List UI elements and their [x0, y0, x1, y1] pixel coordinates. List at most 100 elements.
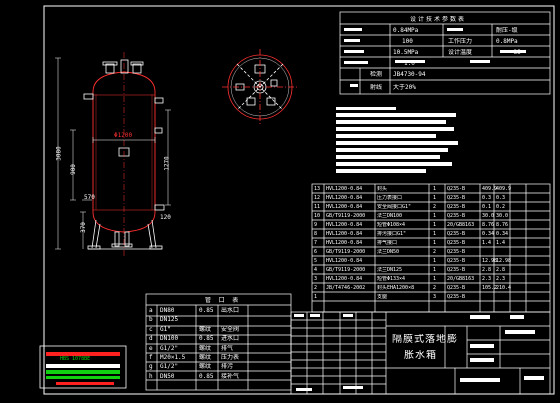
parts-cell-w2: 0.3 [496, 195, 506, 201]
parts-cell-mat: Q235-B [447, 231, 466, 237]
parts-cell-no: 8 [314, 231, 318, 237]
nozzle-cell-use: 接补气 [221, 372, 240, 380]
parts-cell-w1: 8.76 [482, 222, 495, 228]
parts-cell-qty: 1 [433, 240, 437, 246]
parts-cell-mat: Q235-B [447, 267, 466, 273]
nozzle-cell-size: M20×1.5 [160, 354, 186, 361]
tech-label-2: 工作压力 [448, 38, 473, 45]
nozzle-cell-id: b [149, 316, 153, 324]
dim-diameter: Φ1200 [114, 132, 133, 139]
dim-total-height: 3080 [55, 146, 63, 161]
nozzle-cell-id: d [149, 335, 153, 343]
parts-cell-w1: 105.2 [482, 285, 498, 291]
tech-value-3: 10.5MPa [393, 49, 419, 56]
nozzle-cell-pn: 0.85 [199, 307, 214, 314]
parts-cell-mat: Q235-B [447, 258, 466, 264]
parts-cell-name: 短管Φ133×4 [377, 276, 406, 282]
parts-cell-mat: 20/GB8163 [447, 276, 475, 282]
parts-cell-w1: 12.98 [482, 258, 498, 264]
parts-cell-code: HVL1200-0.84 [326, 240, 363, 246]
parts-cell-w2: 2.8 [496, 267, 506, 273]
cad-drawing-canvas[interactable] [0, 0, 560, 403]
vessel-top-view [222, 49, 298, 125]
parts-cell-qty: 1 [433, 258, 437, 264]
tech-table-header: 设计技术参数表 [410, 16, 467, 23]
parts-cell-name: 封头EHA1200×8 [377, 285, 415, 291]
tech-value-6: 大于20% [393, 84, 416, 91]
stamp-green-bar-1 [46, 370, 120, 374]
nozzle-cell-use: 出水口 [221, 307, 240, 314]
parts-cell-w1: 409.9 [482, 186, 498, 192]
nozzle-cell-id: a [149, 307, 153, 314]
stamp-green-bar-2 [46, 376, 120, 379]
parts-cell-w2: 2.3 [496, 276, 506, 282]
parts-cell-name: 压力表接口 [377, 195, 403, 201]
parts-cell-w2: 1.4 [496, 240, 506, 246]
nozzle-cell-size: G1/2" [160, 363, 179, 371]
tech-row-label-6: 射线 [370, 84, 383, 91]
nozzle-cell-pn: 螺纹 [199, 325, 212, 333]
nozzle-cell-pn: 螺纹 [199, 363, 212, 371]
parts-cell-code: JB/T4746-2002 [326, 285, 366, 291]
tech-value-5: JB4730-94 [393, 71, 426, 78]
nozzle-cell-pn: 0.85 [199, 335, 214, 343]
parts-cell-no: 9 [314, 222, 318, 228]
parts-cell-w1: 0.34 [482, 231, 495, 237]
parts-cell-w1: 0.1 [482, 204, 492, 210]
parts-cell-no: 7 [314, 240, 318, 246]
dim-h3: 370 [79, 222, 87, 233]
parts-cell-w2: 409.9 [496, 186, 512, 192]
nozzle-cell-use: 排污 [221, 363, 234, 371]
nozzle-cell-use: 排气 [221, 344, 234, 352]
nozzle-cell-size: DN80 [160, 307, 175, 314]
parts-cell-no: 6 [314, 249, 318, 255]
parts-cell-mat: Q235-B [447, 195, 466, 201]
nozzle-cell-use: 安全阀 [221, 325, 240, 333]
parts-cell-no: 2 [314, 285, 318, 291]
parts-cell-code: HVL1200-0.84 [326, 204, 363, 210]
parts-cell-code: GB/T9119-2000 [326, 249, 366, 255]
dim-h1: 1270 [163, 156, 171, 171]
parts-cell-qty: 1 [433, 222, 437, 228]
parts-cell-name: 法兰DN50 [377, 249, 400, 255]
parts-cell-w2: 0.34 [496, 231, 509, 237]
parts-cell-w1: 1.4 [482, 240, 492, 246]
parts-cell-no: 13 [314, 186, 321, 192]
parts-cell-qty: 1 [433, 267, 437, 273]
nozzle-cell-use: 压力表 [221, 354, 240, 361]
parts-cell-mat: 20/GB8163 [447, 222, 475, 228]
parts-cell-code: HVL1200-0.84 [326, 258, 363, 264]
parts-cell-name: 法兰DN100 [377, 213, 403, 219]
parts-cell-qty: 1 [433, 231, 437, 237]
nozzle-cell-pn: 0.85 [199, 372, 214, 380]
nozzle-table-header: 管 口 表 [205, 297, 241, 304]
parts-cell-no: 12 [314, 195, 321, 201]
tech-label-3: 设计温度 [448, 49, 473, 56]
nozzle-cell-use: 进水口 [221, 335, 240, 343]
parts-cell-name: 支腿 [377, 294, 388, 300]
parts-cell-code: HVL1200-0.84 [326, 186, 363, 192]
parts-cell-w2: 12.98 [496, 258, 512, 264]
stamp-red-bar-bottom [56, 382, 114, 385]
parts-cell-w1: 0.3 [482, 195, 492, 201]
vessel-dimension-lines [55, 52, 171, 256]
nozzle-cell-size: G1" [160, 325, 171, 333]
parts-cell-no: 4 [314, 267, 318, 273]
tech-value-2: 100 [402, 38, 413, 45]
drawing-title-line1: 隔膜式落地膨 [392, 334, 458, 345]
nozzle-cell-id: f [149, 354, 153, 361]
parts-cell-qty: 2 [433, 285, 437, 291]
nozzle-cell-size: G1/2" [160, 344, 179, 352]
parts-cell-no: 3 [314, 276, 318, 282]
nozzle-cell-pn: 螺纹 [199, 354, 212, 361]
parts-cell-code: GB/T9119-2000 [326, 213, 366, 219]
parts-cell-no: 5 [314, 258, 318, 264]
nozzle-cell-id: h [149, 372, 153, 380]
parts-cell-no: 1 [314, 294, 318, 300]
parts-cell-w2: 210.4 [496, 285, 512, 291]
dim-h4: 570 [84, 194, 95, 201]
tech-row-label-5: 检测 [370, 71, 383, 78]
stamp-text: HBS 1078BE [60, 356, 91, 362]
parts-cell-qty: 2 [433, 204, 437, 210]
nozzle-cell-id: g [149, 363, 153, 371]
